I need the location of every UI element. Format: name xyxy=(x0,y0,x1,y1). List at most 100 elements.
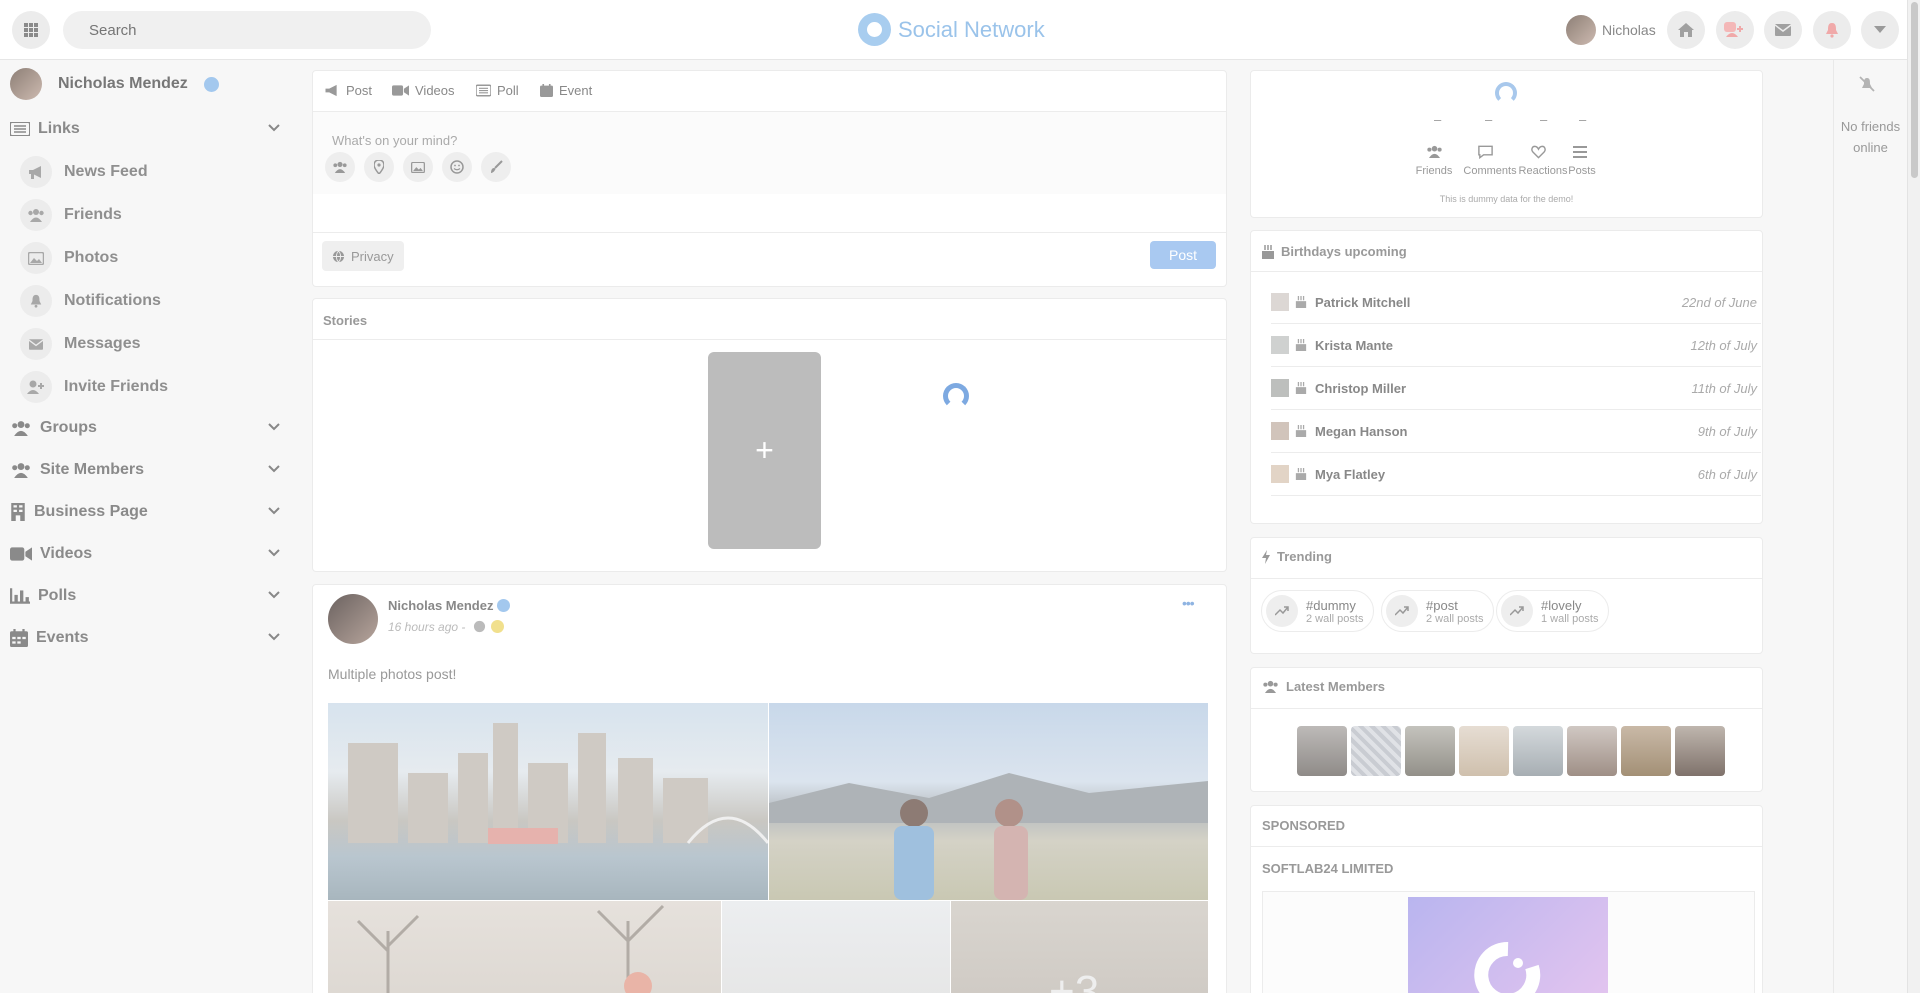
member-avatar[interactable] xyxy=(1297,726,1347,776)
avatar xyxy=(1271,379,1289,397)
tag-count: 2 wall posts xyxy=(1306,612,1364,625)
building-icon xyxy=(11,503,25,521)
member-avatar[interactable] xyxy=(1675,726,1725,776)
avatar[interactable] xyxy=(328,594,378,644)
messages-button[interactable] xyxy=(1764,11,1802,49)
globe-icon xyxy=(332,250,345,263)
users-icon xyxy=(1427,145,1442,158)
birthday-row[interactable]: Christop Miller 11th of July xyxy=(1271,367,1761,410)
member-avatar[interactable] xyxy=(1621,726,1671,776)
avatar xyxy=(1271,465,1289,483)
bell-icon xyxy=(1826,23,1838,38)
add-story-button[interactable]: + xyxy=(708,352,821,549)
sidebar-item-invite-friends[interactable]: Invite Friends xyxy=(20,371,168,403)
sidebar-item-label: Photos xyxy=(64,249,119,266)
section-groups[interactable]: Groups xyxy=(10,414,290,442)
post-author[interactable]: Nicholas Mendez xyxy=(388,598,493,613)
sponsored-card: SPONSORED SOFTLAB24 LIMITED xyxy=(1250,805,1763,993)
sidebar-item-notifications[interactable]: Notifications xyxy=(20,285,161,317)
post-photo-more[interactable]: +3 xyxy=(951,901,1208,993)
home-button[interactable] xyxy=(1667,11,1705,49)
top-header: Social Network Nicholas xyxy=(0,0,1907,60)
avatar xyxy=(1271,336,1289,354)
profile-link[interactable]: Nicholas Mendez xyxy=(10,68,219,100)
member-avatar[interactable] xyxy=(1567,726,1617,776)
post-photo-trees[interactable] xyxy=(328,901,721,993)
trending-tag[interactable]: #post 2 wall posts xyxy=(1381,590,1495,632)
brand-name: Social Network xyxy=(898,16,1045,42)
section-videos[interactable]: Videos xyxy=(10,540,290,568)
member-avatar[interactable] xyxy=(1513,726,1563,776)
post-photo-hikers[interactable] xyxy=(769,703,1208,900)
avatar xyxy=(1271,422,1289,440)
no-friends-line1: No friends xyxy=(1840,119,1901,134)
friend-requests-button[interactable] xyxy=(1716,11,1754,49)
calendar-icon xyxy=(10,629,28,647)
scrollbar-thumb[interactable] xyxy=(1911,2,1918,178)
divider xyxy=(1251,846,1762,847)
birthdays-header: Birthdays upcoming xyxy=(1262,244,1407,259)
birthday-name: Mya Flatley xyxy=(1315,466,1386,482)
section-links[interactable]: Links xyxy=(10,115,290,143)
add-feeling-button[interactable] xyxy=(442,152,472,182)
tab-label: Event xyxy=(559,83,593,98)
section-polls[interactable]: Polls xyxy=(10,582,290,610)
section-site-members[interactable]: Site Members xyxy=(10,456,290,484)
section-label: Events xyxy=(36,629,89,646)
post-button[interactable]: Post xyxy=(1150,241,1216,269)
stat-label-posts: Posts xyxy=(1568,165,1596,177)
privacy-button[interactable]: Privacy xyxy=(322,241,404,271)
sidebar-item-photos[interactable]: Photos xyxy=(20,242,118,274)
user-plus-icon xyxy=(20,371,52,403)
member-avatar[interactable] xyxy=(1459,726,1509,776)
post-card: Nicholas Mendez 16 hours ago - ••• Multi… xyxy=(312,584,1227,993)
search-input[interactable] xyxy=(63,11,431,49)
trending-tag[interactable]: #dummy 2 wall posts xyxy=(1261,590,1375,632)
member-avatar[interactable] xyxy=(1405,726,1455,776)
tab-videos[interactable]: Videos xyxy=(392,83,455,98)
brand-logo[interactable]: Social Network xyxy=(858,13,1045,46)
apps-menu-button[interactable] xyxy=(12,11,50,49)
tab-event[interactable]: Event xyxy=(540,83,592,98)
stat-label-comments: Comments xyxy=(1463,165,1517,177)
chevron-down-icon xyxy=(268,507,280,515)
sponsor-name[interactable]: SOFTLAB24 LIMITED xyxy=(1262,861,1393,876)
trees-image xyxy=(356,904,665,993)
birthday-row[interactable]: Mya Flatley 6th of July xyxy=(1271,453,1761,496)
image-icon xyxy=(411,161,425,173)
section-business-page[interactable]: Business Page xyxy=(10,498,290,526)
sidebar-item-messages[interactable]: Messages xyxy=(20,328,141,360)
sponsored-title: SPONSORED xyxy=(1262,818,1346,833)
section-events[interactable]: Events xyxy=(10,624,290,652)
sponsor-banner[interactable] xyxy=(1262,891,1755,993)
demo-note: This is dummy data for the demo! xyxy=(1439,194,1574,204)
divider xyxy=(313,339,1226,340)
birthday-name: Krista Mante xyxy=(1315,337,1394,353)
user-menu[interactable]: Nicholas xyxy=(1566,15,1656,45)
post-photo-fog[interactable] xyxy=(722,901,950,993)
notifications-button[interactable] xyxy=(1813,11,1851,49)
birthday-row[interactable]: Krista Mante 12th of July xyxy=(1271,324,1761,367)
birthday-row[interactable]: Megan Hanson 9th of July xyxy=(1271,410,1761,453)
add-location-button[interactable] xyxy=(364,152,394,182)
tab-poll[interactable]: Poll xyxy=(476,83,519,98)
post-photo-city[interactable] xyxy=(328,703,768,900)
birthday-date: 11th of July xyxy=(1691,380,1757,396)
background-color-button[interactable] xyxy=(481,152,511,182)
tag-count: 1 wall posts xyxy=(1541,612,1599,625)
trending-tag[interactable]: #lovely 1 wall posts xyxy=(1496,590,1610,632)
page-scrollbar[interactable] xyxy=(1907,0,1920,993)
city-skyline-image xyxy=(348,723,768,844)
tab-post[interactable]: Post xyxy=(324,83,372,98)
friends-online-panel: No friends online xyxy=(1834,60,1907,993)
tag-friends-button[interactable] xyxy=(325,152,355,182)
account-dropdown-button[interactable] xyxy=(1861,11,1899,49)
sidebar-item-friends[interactable]: Friends xyxy=(20,199,122,231)
member-avatar[interactable] xyxy=(1351,726,1401,776)
birthday-row[interactable]: Patrick Mitchell 22nd of June xyxy=(1271,281,1761,324)
add-image-button[interactable] xyxy=(403,152,433,182)
post-options-button[interactable]: ••• xyxy=(1182,595,1195,611)
sidebar-item-news-feed[interactable]: News Feed xyxy=(20,156,148,188)
privacy-label: Privacy xyxy=(351,248,394,264)
image-icon xyxy=(20,242,52,274)
